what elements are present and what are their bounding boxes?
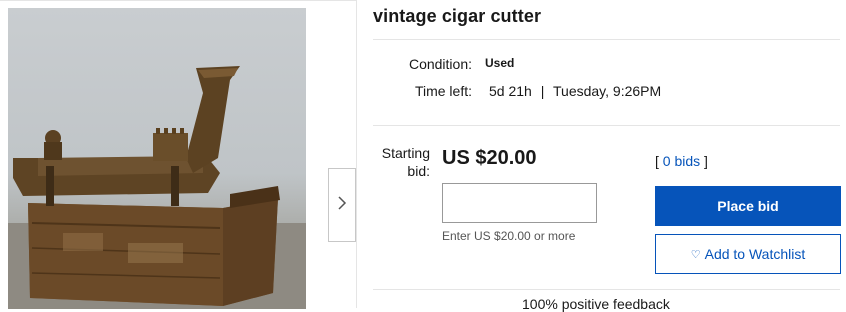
- bid-hint: Enter US $20.00 or more: [442, 229, 576, 243]
- image-gallery: [0, 0, 357, 309]
- watchlist-label: Add to Watchlist: [704, 246, 806, 262]
- chevron-right-icon: [337, 195, 347, 216]
- item-title: vintage cigar cutter: [373, 6, 542, 26]
- add-to-watchlist-button[interactable]: ♡ Add to Watchlist: [655, 234, 841, 274]
- bid-count: [ 0 bids ]: [655, 153, 708, 169]
- time-separator: |: [540, 83, 545, 99]
- divider: [373, 39, 840, 40]
- condition-value: Used: [485, 56, 515, 70]
- starting-bid-label: Starting bid:: [370, 144, 430, 180]
- end-time: Tuesday, 9:26PM: [553, 83, 662, 99]
- gallery-next-button[interactable]: [328, 168, 356, 242]
- heart-icon: ♡: [690, 248, 701, 261]
- divider: [373, 125, 840, 126]
- place-bid-button[interactable]: Place bid: [655, 186, 841, 226]
- seller-feedback: 100% positive feedback: [522, 296, 670, 312]
- starting-bid-label-line2: bid:: [407, 163, 430, 179]
- time-remaining: 5d 21h: [489, 83, 532, 99]
- condition-label: Condition:: [408, 56, 472, 72]
- price: US $20.00: [442, 147, 537, 169]
- bids-bracket-open: [: [655, 153, 659, 169]
- item-photo[interactable]: [8, 8, 306, 309]
- time-left-label: Time left:: [414, 83, 472, 99]
- time-left-value: 5d 21h | Tuesday, 9:26PM: [489, 83, 661, 99]
- cigar-cutter-image: [8, 66, 306, 309]
- starting-bid-label-line1: Starting: [381, 145, 430, 161]
- divider: [373, 289, 840, 290]
- bids-bracket-close: ]: [704, 153, 708, 169]
- bids-link[interactable]: 0 bids: [663, 153, 700, 169]
- bid-amount-input[interactable]: [442, 183, 597, 223]
